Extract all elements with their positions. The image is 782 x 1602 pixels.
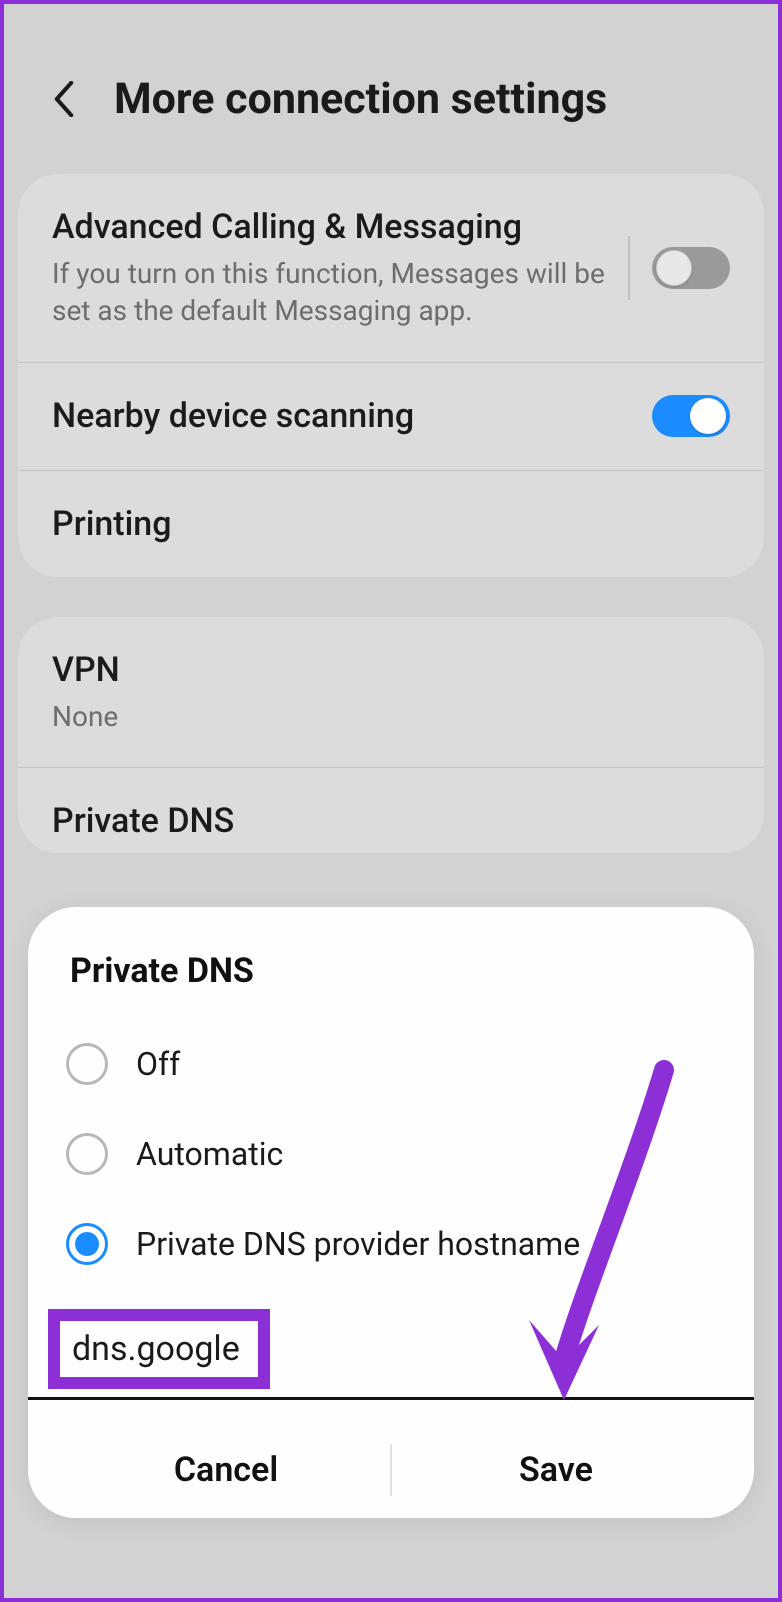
save-button[interactable]: Save — [392, 1422, 720, 1518]
cancel-button[interactable]: Cancel — [62, 1422, 390, 1518]
back-icon[interactable] — [44, 79, 84, 119]
row-main: Advanced Calling & Messaging If you turn… — [52, 206, 610, 330]
toggle-nearby-scanning[interactable] — [652, 395, 730, 437]
row-private-dns[interactable]: Private DNS — [18, 767, 764, 853]
row-title: Printing — [52, 503, 730, 546]
dialog-title: Private DNS — [62, 951, 720, 991]
row-title: Nearby device scanning — [52, 395, 652, 438]
radio-option-automatic[interactable]: Automatic — [62, 1109, 720, 1199]
page-title: More connection settings — [114, 74, 607, 124]
private-dns-dialog: Private DNS Off Automatic Private DNS pr… — [28, 907, 754, 1518]
hostname-input-wrapper: dns.google — [28, 1309, 754, 1395]
settings-card-2: VPN None Private DNS — [18, 617, 764, 853]
annotation-highlight-box: dns.google — [48, 1309, 270, 1389]
settings-page: More connection settings Advanced Callin… — [4, 4, 778, 853]
header: More connection settings — [4, 44, 778, 174]
dialog-actions: Cancel Save — [62, 1422, 720, 1518]
row-main: Private DNS — [52, 800, 730, 843]
radio-icon — [66, 1223, 108, 1265]
row-advanced-calling[interactable]: Advanced Calling & Messaging If you turn… — [18, 174, 764, 362]
row-nearby-scanning[interactable]: Nearby device scanning — [18, 362, 764, 470]
radio-option-off[interactable]: Off — [62, 1019, 720, 1109]
radio-icon — [66, 1043, 108, 1085]
row-title: VPN — [52, 649, 730, 692]
row-main: VPN None — [52, 649, 730, 735]
settings-card-1: Advanced Calling & Messaging If you turn… — [18, 174, 764, 577]
row-printing[interactable]: Printing — [18, 470, 764, 578]
radio-label: Private DNS provider hostname — [136, 1225, 580, 1263]
row-title: Advanced Calling & Messaging — [52, 206, 610, 249]
radio-label: Automatic — [136, 1135, 283, 1173]
hostname-input[interactable]: dns.google — [72, 1329, 240, 1369]
row-main: Printing — [52, 503, 730, 546]
divider — [628, 236, 630, 300]
row-subtitle: None — [52, 698, 730, 736]
radio-option-hostname[interactable]: Private DNS provider hostname — [62, 1199, 720, 1289]
radio-label: Off — [136, 1045, 180, 1083]
toggle-advanced-calling[interactable] — [652, 247, 730, 289]
row-subtitle: If you turn on this function, Messages w… — [52, 255, 610, 331]
row-vpn[interactable]: VPN None — [18, 617, 764, 767]
row-main: Nearby device scanning — [52, 395, 652, 438]
input-underline — [28, 1397, 754, 1400]
radio-icon — [66, 1133, 108, 1175]
row-title: Private DNS — [52, 800, 730, 843]
